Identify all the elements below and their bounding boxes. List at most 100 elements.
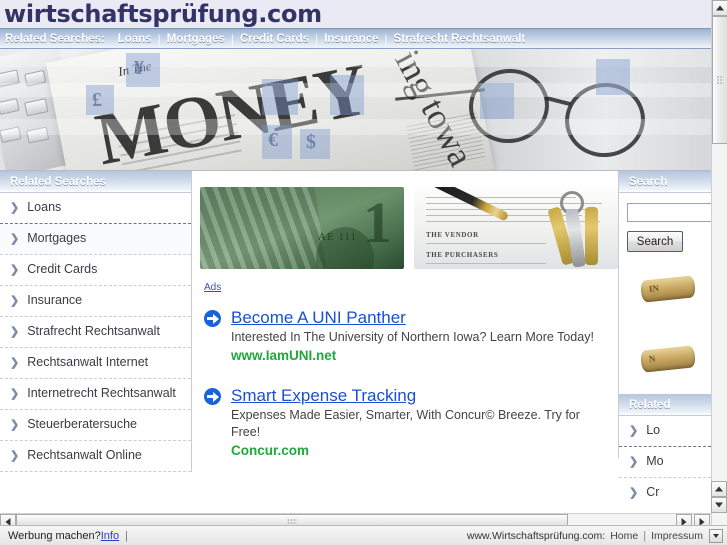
sidebar-link[interactable]: Internetrecht Rechtsanwalt xyxy=(27,386,176,400)
sidebar-link[interactable]: Mortgages xyxy=(27,231,86,245)
sidebar-link[interactable]: Insurance xyxy=(27,293,82,307)
chevron-right-icon: ❯ xyxy=(10,326,20,338)
sidebar-link[interactable]: Steuerberatersuche xyxy=(27,417,137,431)
sidebar-item-internetrecht-rechtsanwalt[interactable]: ❯ Internetrecht Rechtsanwalt xyxy=(0,379,191,410)
chevron-right-icon: ❯ xyxy=(629,425,639,437)
hero-square xyxy=(596,59,630,95)
footer-left: Werbung machen? Info | xyxy=(8,530,134,542)
footer-dropdown-button[interactable] xyxy=(709,528,723,543)
sidebar-link[interactable]: Strafrecht Rechtsanwalt xyxy=(27,324,160,338)
right-sidebar: Search Search IN N Related ❯ Lo ❯ Mo ❯ C… xyxy=(619,171,711,507)
top-nav-separator: | xyxy=(157,31,161,46)
coin-stamp: N xyxy=(648,353,656,364)
contract-label-purchasers: THE PURCHASERS xyxy=(426,251,499,259)
ads-disclosure-link[interactable]: Ads xyxy=(204,282,221,293)
top-nav-item-insurance[interactable]: Insurance xyxy=(318,33,384,45)
chevron-right-icon: ❯ xyxy=(10,419,20,431)
related-link[interactable]: Cr xyxy=(646,485,659,499)
scroll-up-button-bottom[interactable] xyxy=(711,481,727,497)
scroll-down-button-bottom[interactable] xyxy=(711,497,727,513)
search-panel-heading: Search xyxy=(619,171,711,193)
ad-display-url[interactable]: www.IamUNI.net xyxy=(231,348,594,363)
sidebar-link[interactable]: Loans xyxy=(27,200,61,214)
hero-square xyxy=(330,75,364,115)
image-row: 1 AE 111 THE VENDOR THE PURCHASERS xyxy=(192,171,618,269)
search-button[interactable]: Search xyxy=(627,231,683,252)
sidebar-list: ❯ Loans ❯ Mortgages ❯ Credit Cards ❯ Insuran… xyxy=(0,193,191,472)
chevron-down-icon xyxy=(713,533,719,538)
top-nav-item-mortgages[interactable]: Mortgages xyxy=(161,33,231,45)
scroll-up-button[interactable] xyxy=(712,0,727,16)
vertical-scrollbar[interactable] xyxy=(711,0,727,529)
related-link[interactable]: Mo xyxy=(646,454,663,468)
top-nav-item-strafrecht-rechtsanwalt[interactable]: Strafrecht Rechtsanwalt xyxy=(388,33,532,45)
ad-description: Interested In The University of Northern… xyxy=(231,330,594,344)
contract-label-vendor: THE VENDOR xyxy=(426,231,479,239)
related-item[interactable]: ❯ Mo xyxy=(619,447,711,478)
ad-description: Expenses Made Easier, Smarter, With Conc… xyxy=(231,408,580,439)
top-nav-separator: | xyxy=(384,31,388,46)
page-content: wirtschaftsprüfung.com Related Searches:… xyxy=(0,0,711,507)
currency-symbol-pound: £ xyxy=(92,89,102,111)
ad-item[interactable]: Smart Expense Tracking Expenses Made Eas… xyxy=(192,363,618,458)
sidebar-item-credit-cards[interactable]: ❯ Credit Cards xyxy=(0,255,191,286)
site-header: wirtschaftsprüfung.com xyxy=(0,0,711,28)
scroll-grip-icon xyxy=(716,75,724,85)
footer-link-impressum[interactable]: Impressum xyxy=(651,530,703,542)
contract-line xyxy=(426,263,546,264)
search-input[interactable] xyxy=(627,203,711,222)
contract-line xyxy=(426,243,546,244)
ad-body: Smart Expense Tracking Expenses Made Eas… xyxy=(231,385,604,458)
ad-title-link[interactable]: Become A UNI Panther xyxy=(231,307,406,328)
info-link[interactable]: Info xyxy=(101,530,119,542)
chevron-right-icon: ❯ xyxy=(10,357,20,369)
sidebar-item-rechtsanwalt-internet[interactable]: ❯ Rechtsanwalt Internet xyxy=(0,348,191,379)
top-nav-item-credit-cards[interactable]: Credit Cards xyxy=(234,33,315,45)
contract-line xyxy=(426,197,576,198)
sidebar-item-rechtsanwalt-online[interactable]: ❯ Rechtsanwalt Online xyxy=(0,441,191,472)
vertical-scroll-end-buttons[interactable] xyxy=(711,481,727,513)
arrow-up-icon xyxy=(716,5,724,11)
sidebar-item-steuerberatersuche[interactable]: ❯ Steuerberatersuche xyxy=(0,410,191,441)
status-bar: Werbung machen? Info | www.Wirtschaftsprü… xyxy=(0,525,727,545)
sidebar-link[interactable]: Credit Cards xyxy=(27,262,97,276)
currency-symbol-pound-top: ¥ xyxy=(134,57,144,79)
ad-title-link[interactable]: Smart Expense Tracking xyxy=(231,385,416,406)
bill-serial: AE 111 xyxy=(318,231,358,243)
pen-graphic xyxy=(422,187,510,222)
footer-right: www.Wirtschaftsprüfung.com: Home | Impre… xyxy=(466,528,723,543)
currency-symbol-euro: € xyxy=(268,129,278,151)
chevron-right-icon: ❯ xyxy=(10,202,20,214)
browser-viewport: wirtschaftsprüfung.com Related Searches:… xyxy=(0,0,727,545)
main-content: 1 AE 111 THE VENDOR THE PURCHASERS Ads B… xyxy=(192,171,619,458)
footer-domain: www.Wirtschaftsprüfung.com: xyxy=(466,529,606,542)
werbung-label: Werbung machen? xyxy=(8,529,101,542)
related-link[interactable]: Lo xyxy=(646,423,660,437)
coin-stamp: IN xyxy=(648,282,660,294)
footer-separator: | xyxy=(643,529,647,542)
site-title: wirtschaftsprüfung.com xyxy=(4,0,322,28)
sidebar-item-mortgages[interactable]: ❯ Mortgages xyxy=(0,224,191,255)
sidebar-link[interactable]: Rechtsanwalt Internet xyxy=(27,355,148,369)
ad-display-url[interactable]: Concur.com xyxy=(231,443,604,458)
sidebar-item-insurance[interactable]: ❯ Insurance xyxy=(0,286,191,317)
chevron-right-icon: ❯ xyxy=(10,388,20,400)
related-panel-list: ❯ Lo ❯ Mo ❯ Cr xyxy=(619,416,711,507)
sidebar-item-strafrecht-rechtsanwalt[interactable]: ❯ Strafrecht Rechtsanwalt xyxy=(0,317,191,348)
ad-item[interactable]: Become A UNI Panther Interested In The U… xyxy=(192,295,618,363)
sidebar-item-loans[interactable]: ❯ Loans xyxy=(0,193,191,224)
related-item[interactable]: ❯ Lo xyxy=(619,416,711,447)
related-item[interactable]: ❯ Cr xyxy=(619,478,711,507)
chevron-right-icon: ❯ xyxy=(10,295,20,307)
arrow-circle-icon xyxy=(204,388,221,405)
vertical-scroll-thumb[interactable] xyxy=(712,16,727,144)
footer-link-home[interactable]: Home xyxy=(610,530,638,542)
sidebar-link[interactable]: Rechtsanwalt Online xyxy=(27,448,142,462)
ad-body: Become A UNI Panther Interested In The U… xyxy=(231,307,594,363)
hero-square xyxy=(262,79,298,115)
arrow-up-icon xyxy=(715,486,723,492)
chevron-right-icon: ❯ xyxy=(629,456,639,468)
dollar-bills-image: 1 AE 111 xyxy=(200,187,404,269)
top-nav-item-loans[interactable]: Loans xyxy=(112,33,158,45)
hero-square xyxy=(480,83,514,119)
